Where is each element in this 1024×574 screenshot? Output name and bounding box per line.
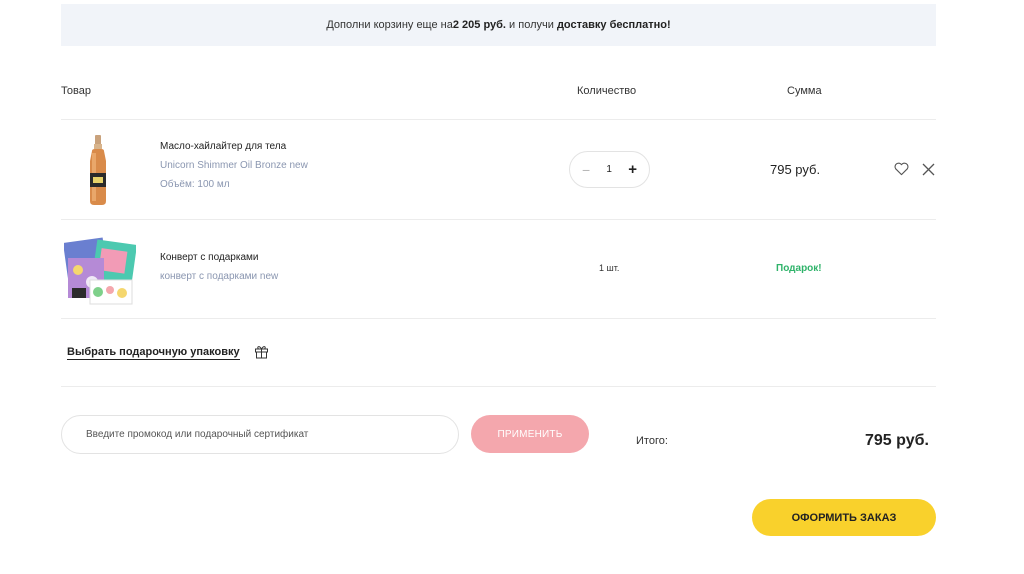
banner-amount: 2 205 руб. [452, 19, 506, 31]
product-title[interactable]: Конверт с подарками [160, 252, 258, 263]
column-header-product: Товар [61, 85, 91, 97]
divider [61, 386, 936, 387]
gift-icon[interactable] [254, 344, 269, 359]
divider [61, 119, 936, 120]
total-value: 795 руб. [865, 432, 929, 449]
decrease-quantity-button[interactable]: − [582, 163, 590, 177]
column-header-sum: Сумма [787, 85, 822, 97]
banner-highlight: доставку бесплатно! [556, 19, 671, 31]
apply-promo-button[interactable]: ПРИМЕНИТЬ [471, 415, 589, 453]
product-subtitle: конверт с подарками new [160, 271, 279, 282]
close-icon[interactable] [922, 163, 935, 176]
free-shipping-banner: Дополни корзину еще на 2 205 руб. и полу… [61, 4, 936, 46]
product-title[interactable]: Масло-хайлайтер для тела [160, 141, 286, 152]
quantity-value: 1 шт. [599, 263, 620, 273]
increase-quantity-button[interactable]: + [628, 162, 637, 177]
product-subtitle: Unicorn Shimmer Oil Bronze new [160, 160, 308, 171]
quantity-stepper: − 1 + [569, 151, 650, 188]
checkout-button[interactable]: ОФОРМИТЬ ЗАКАЗ [752, 499, 936, 536]
quantity-value: 1 [606, 164, 612, 175]
product-image-oil-bottle[interactable] [86, 135, 110, 205]
gift-price-label: Подарок! [776, 263, 822, 274]
product-volume: Объём: 100 мл [160, 179, 230, 190]
banner-prefix: Дополни корзину еще на [326, 19, 453, 31]
banner-middle: и получи [506, 19, 557, 31]
divider [61, 219, 936, 220]
item-price: 795 руб. [770, 162, 821, 177]
product-image-gift-envelope[interactable] [64, 236, 136, 306]
heart-icon[interactable] [894, 162, 909, 176]
divider [61, 318, 936, 319]
promo-code-input[interactable] [61, 415, 459, 454]
choose-gift-wrap-link[interactable]: Выбрать подарочную упаковку [67, 346, 240, 360]
column-header-quantity: Количество [577, 85, 637, 97]
total-label: Итого: [636, 435, 668, 447]
